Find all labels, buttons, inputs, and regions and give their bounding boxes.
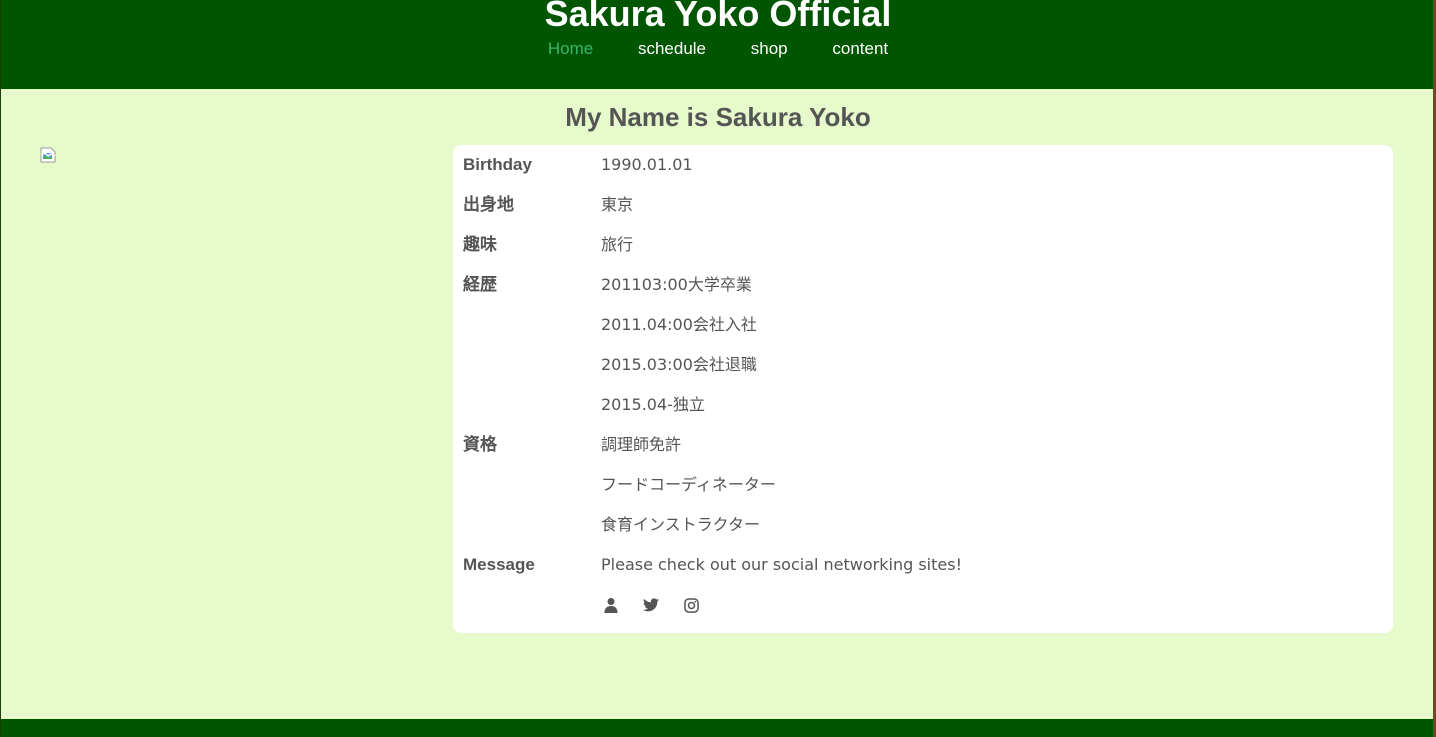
profile-card: Birthday 1990.01.01 出身地 東京 趣味 旅行 経歴 2011… [453,145,1393,633]
nav-schedule-link[interactable]: schedule [638,38,706,60]
profile-row-birthplace: 出身地 東京 [453,185,1393,225]
profile-row-qualifications: 資格 調理師免許 [453,425,1393,465]
broken-image-icon [40,147,56,163]
message-value: Please check out our social networking s… [601,555,962,574]
profile-row-qualifications-3: 食育インストラクター [453,505,1393,545]
profile-row-social [453,585,1393,625]
profile-row-career-3: 2015.03:00会社退職 [453,345,1393,385]
qualification-item: 調理師免許 [601,435,682,454]
profile-row-career-4: 2015.04-独立 [453,385,1393,425]
birthday-value: 1990.01.01 [601,155,693,174]
career-item: 2015.04-独立 [601,395,705,414]
birthplace-label: 出身地 [463,195,514,214]
career-label: 経歴 [463,275,497,294]
social-links [601,595,701,615]
message-label: Message [463,555,535,574]
hobby-label: 趣味 [463,235,497,254]
instagram-icon[interactable] [681,595,701,615]
site-header: Sakura Yoko Official Home schedule shop … [0,0,1436,89]
career-item: 2011.04:00会社入社 [601,315,757,334]
profile-row-qualifications-2: フードコーディネーター [453,465,1393,505]
twitter-icon[interactable] [641,595,661,615]
qualifications-label: 資格 [463,435,497,454]
birthplace-value: 東京 [601,195,634,214]
hobby-value: 旅行 [601,235,634,254]
nav-home-link[interactable]: Home [548,38,593,60]
nav-shop-link[interactable]: shop [751,38,788,60]
nav-content-link[interactable]: content [832,38,888,60]
qualification-item: フードコーディネーター [601,475,776,494]
person-icon[interactable] [601,595,621,615]
profile-row-career: 経歴 201103:00大学卒業 [453,265,1393,305]
profile-row-birthday: Birthday 1990.01.01 [453,145,1393,185]
main-nav: Home schedule shop content [0,38,1436,60]
main-content: My Name is Sakura Yoko Birthday 1990.01.… [0,89,1436,719]
birthday-label: Birthday [463,155,532,174]
profile-table: Birthday 1990.01.01 出身地 東京 趣味 旅行 経歴 2011… [453,145,1393,625]
career-item: 201103:00大学卒業 [601,275,752,294]
profile-row-career-2: 2011.04:00会社入社 [453,305,1393,345]
page-heading: My Name is Sakura Yoko [565,102,871,132]
profile-row-message: Message Please check out our social netw… [453,545,1393,585]
career-item: 2015.03:00会社退職 [601,355,757,374]
site-footer [0,719,1436,737]
profile-row-hobby: 趣味 旅行 [453,225,1393,265]
site-title: Sakura Yoko Official [544,0,892,34]
qualification-item: 食育インストラクター [601,515,761,534]
